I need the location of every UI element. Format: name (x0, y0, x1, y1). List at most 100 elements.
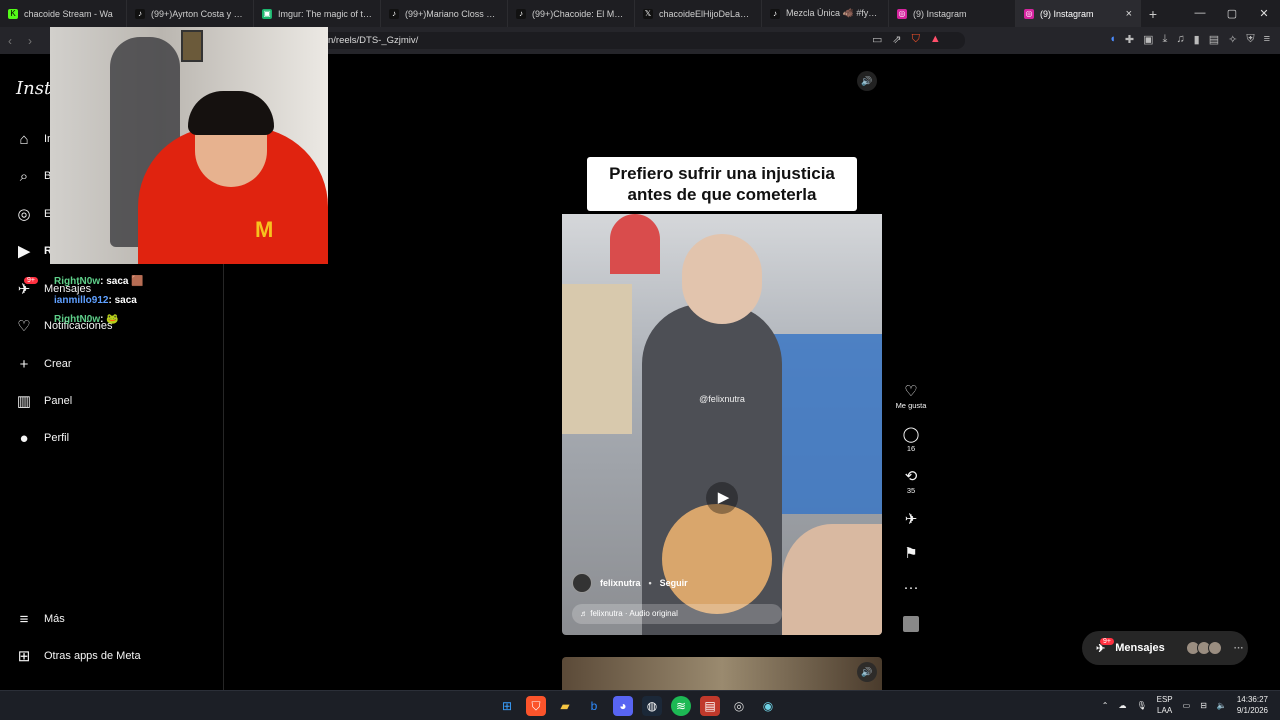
windows-taskbar: ⊞ ⛉ ▰ b ◕ ◍ ≋ ▤ ◎ ◉ ⌃ ☁ 🎙 ESP LAA ▭ ⊟ 🔈 1… (0, 690, 1280, 720)
cloud-icon[interactable]: ☁ (1118, 701, 1126, 710)
repost-button[interactable]: ⟲ 35 (894, 468, 928, 495)
maximize-button[interactable]: ▢ (1216, 7, 1248, 20)
plus-icon: + (19, 355, 29, 373)
send-icon: ✈ (904, 511, 918, 528)
instagram-favicon-icon: ◎ (1024, 8, 1034, 19)
chevron-up-icon[interactable]: ⌃ (1102, 701, 1109, 710)
wallet-icon[interactable]: ▤ (1209, 33, 1219, 46)
download-icon[interactable]: ⤓ (1163, 33, 1168, 46)
obs-icon[interactable]: ◎ (729, 696, 749, 716)
window-controls: — ▢ ✕ (1184, 7, 1280, 20)
back-icon[interactable]: ‹ (0, 34, 20, 48)
reel-player[interactable]: 🔊 Prefiero sufrir una injusticia antes d… (562, 66, 882, 635)
steam-icon[interactable]: ◍ (642, 696, 662, 716)
brave-shield-icon[interactable]: ⛉ (912, 33, 920, 46)
tiktok-favicon-icon: ♪ (135, 8, 145, 19)
reel-video[interactable]: @felixnutra ▶ (562, 214, 882, 635)
browser-tab[interactable]: ♪ Mezcla Única 🐗 #fyp #d (762, 0, 889, 27)
sidebar-item-more[interactable]: ≡ Más (16, 611, 65, 628)
audio-link[interactable]: ♬ felixnutra · Audio original (572, 604, 782, 624)
browser-tab-active[interactable]: ◎ (9) Instagram × (1016, 0, 1141, 27)
windows-start-icon[interactable]: ⊞ (497, 696, 517, 716)
file-explorer-icon[interactable]: ▰ (555, 696, 575, 716)
browser-tab[interactable]: ◎ (9) Instagram (889, 0, 1016, 27)
sidebar-item-search[interactable]: ⌕ B (16, 168, 52, 185)
spotify-icon[interactable]: ≋ (671, 696, 691, 716)
url-field[interactable]: n/reels/DTS-_Gzjmiv/ (320, 32, 965, 49)
browser-tab-strip: Kchacoide Stream - Wa ♪ (99+)Ayrton Costa… (0, 0, 1280, 27)
heart-icon: ♡ (904, 383, 918, 400)
forward-icon[interactable]: › (20, 34, 40, 48)
display-icon[interactable]: ▭ (1183, 701, 1191, 710)
next-reel-preview[interactable]: 🔊 (562, 657, 882, 690)
tiktok-favicon-icon: ♪ (389, 8, 399, 19)
video-hand (782, 524, 882, 635)
home-icon: ⌂ (19, 130, 29, 148)
more-options-button[interactable]: ··· (894, 579, 928, 597)
menu-icon[interactable]: ≡ (1264, 33, 1270, 46)
instagram-favicon-icon: ◎ (897, 8, 907, 19)
follow-button[interactable]: Seguir (660, 578, 688, 588)
microphone-icon[interactable]: 🎙 (1136, 701, 1146, 710)
share-button[interactable]: ✈ (894, 511, 928, 529)
clock[interactable]: 14:36:27 9/1/2026 (1237, 694, 1268, 716)
tiktok-favicon-icon: ♪ (516, 8, 526, 19)
volume-icon[interactable]: 🔊 (857, 71, 877, 91)
close-tab-icon[interactable]: × (1126, 8, 1132, 20)
sidebar-item-meta-apps[interactable]: ⊞ Otras apps de Meta (16, 648, 141, 665)
language-indicator[interactable]: ESP LAA (1157, 694, 1173, 716)
browser-tab[interactable]: ♪(99+)Chacoide: El Mejor St (508, 0, 635, 27)
globe-icon[interactable]: ◉ (758, 696, 778, 716)
browser-tab[interactable]: ▣Imgur: The magic of the In (254, 0, 381, 27)
audio-thumbnail[interactable] (903, 616, 919, 632)
sidebar-item-dashboard[interactable]: ▥ Panel (16, 393, 72, 410)
brave-browser-icon[interactable]: ⛉ (526, 696, 546, 716)
app-icon[interactable]: ▤ (700, 696, 720, 716)
play-icon[interactable]: ▶ (706, 482, 738, 514)
author-username[interactable]: felixnutra (600, 578, 641, 588)
speaker-icon[interactable]: 🔈 (1217, 701, 1227, 710)
discord-icon[interactable]: ◕ (613, 696, 633, 716)
taskbar-apps: ⊞ ⛉ ▰ b ◕ ◍ ≋ ▤ ◎ ◉ (497, 696, 778, 716)
volume-icon[interactable]: 🔊 (857, 662, 877, 682)
network-icon[interactable]: ⊟ (1200, 701, 1207, 710)
address-actions: ▭ ⇗ ⛉ ▲ (872, 33, 941, 46)
like-button[interactable]: ♡ Me gusta (894, 383, 928, 410)
bing-icon[interactable]: b (584, 696, 604, 716)
video-background-child (610, 214, 660, 274)
browser-tab[interactable]: ♪ (99+)Mariano Closs Narra (381, 0, 508, 27)
speech-icon[interactable]: ◖ (1109, 33, 1116, 46)
reader-icon[interactable]: ▭ (872, 33, 882, 46)
extensions-icon[interactable]: ✚ (1125, 33, 1134, 46)
sidebar-item-explore[interactable]: ◎ E (16, 206, 51, 223)
browser-tab[interactable]: Kchacoide Stream - Wa (0, 0, 127, 27)
avatar (1207, 641, 1222, 655)
leo-icon[interactable]: ✧ (1228, 33, 1237, 46)
vpn-icon[interactable]: ⛨ (1246, 33, 1254, 46)
stream-chat-overlay: RightN0w: saca 🟫 ianmillo912: saca Right… (54, 272, 144, 329)
share-icon[interactable]: ⇗ (892, 33, 901, 46)
brave-rewards-icon[interactable]: ▲ (930, 33, 941, 46)
video-desk (772, 334, 882, 514)
comment-button[interactable]: ◯ 16 (894, 426, 928, 453)
sidebar-item-home[interactable]: ⌂ In (16, 130, 53, 148)
sidebar-item-profile[interactable]: ● Perfil (16, 430, 69, 447)
imgur-favicon-icon: ▣ (262, 8, 272, 19)
close-window-button[interactable]: ✕ (1248, 7, 1280, 20)
minimize-button[interactable]: — (1184, 7, 1216, 20)
browser-tab[interactable]: 𝕏chacoideElHijoDeLaGranP (635, 0, 762, 27)
save-button[interactable]: ⚑ (894, 545, 928, 563)
author-avatar[interactable] (572, 573, 592, 593)
browser-tab[interactable]: ♪(99+)Ayrton Costa y Salas (127, 0, 254, 27)
messages-pill[interactable]: ✈ Mensajes ··· (1082, 631, 1248, 665)
reel-caption: Prefiero sufrir una injusticia antes de … (587, 157, 857, 211)
reel-author: felixnutra • Seguir (572, 573, 688, 593)
tab-icon[interactable]: ▣ (1143, 33, 1153, 46)
music-icon[interactable]: ♫ (1176, 33, 1184, 46)
video-child-face (682, 234, 762, 324)
sidebar-item-reels[interactable]: ▶ R (16, 243, 52, 260)
more-icon: ··· (903, 579, 919, 596)
new-tab-button[interactable]: + (1141, 6, 1165, 22)
sidebar-icon[interactable]: ▮ (1194, 33, 1200, 46)
sidebar-item-create[interactable]: + Crear (16, 355, 72, 373)
